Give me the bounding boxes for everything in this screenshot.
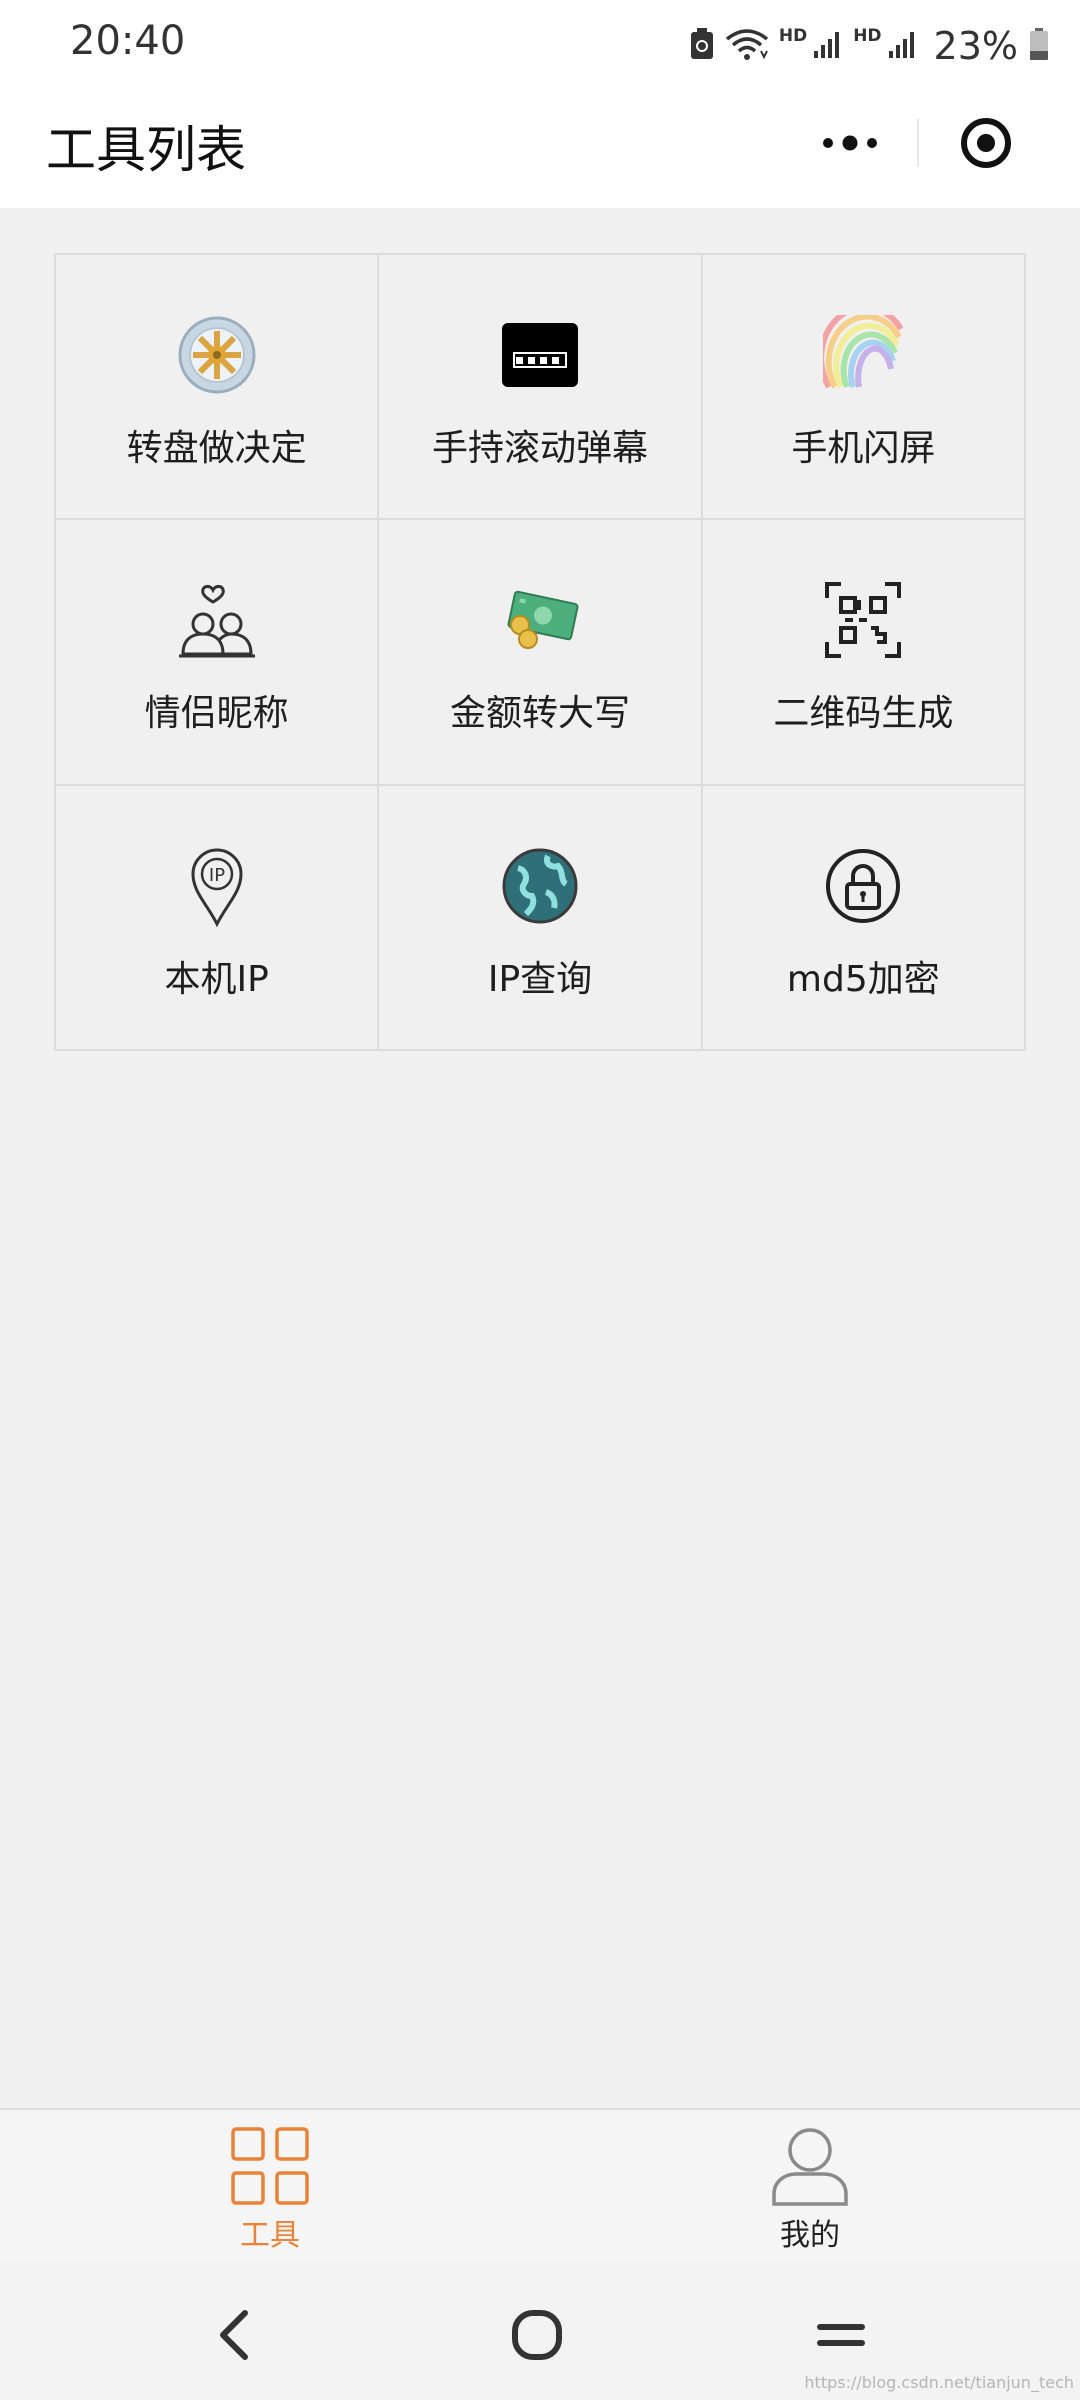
- globe-icon: [498, 844, 582, 928]
- tab-label: 工具: [240, 2218, 300, 2253]
- lock-icon: [821, 844, 905, 928]
- tool-label: 金额转大写: [449, 693, 630, 735]
- tool-wheel-decision[interactable]: 转盘做决定: [56, 255, 380, 521]
- tool-label: 本机IP: [164, 958, 269, 1000]
- signal-icon: [813, 29, 843, 63]
- tab-tools[interactable]: 工具: [0, 2110, 540, 2260]
- status-time: 20:40: [70, 18, 186, 64]
- tool-label: 情侣昵称: [144, 693, 289, 735]
- tool-label: IP查询: [487, 958, 593, 1000]
- home-button[interactable]: [502, 2300, 572, 2370]
- user-icon: [772, 2128, 848, 2206]
- screen: 20:40 HD HD 23% 工具列表 转盘做决定 手持滚动弹幕 手机闪屏 情…: [0, 0, 1080, 2400]
- network-type-1: HD: [778, 26, 808, 46]
- chat-bubble-icon: [498, 313, 582, 397]
- wifi-icon: [725, 27, 769, 65]
- signal-icon: [888, 29, 918, 63]
- tool-label: 手机闪屏: [791, 428, 936, 469]
- tool-scrolling-barrage[interactable]: 手持滚动弹幕: [379, 255, 703, 521]
- tool-grid: 转盘做决定 手持滚动弹幕 手机闪屏 情侣昵称 金额转大写 二维码生成 IP 本机…: [54, 253, 1026, 1051]
- tool-label: md5加密: [786, 958, 940, 1000]
- watermark: https://blog.csdn.net/tianjun_tech: [804, 2373, 1074, 2392]
- more-options-button[interactable]: [782, 98, 917, 188]
- back-button[interactable]: [200, 2300, 270, 2370]
- page-title: 工具列表: [46, 121, 246, 179]
- status-bar: 20:40 HD HD 23%: [0, 0, 1080, 90]
- tool-amount-to-chinese[interactable]: 金额转大写: [379, 520, 703, 786]
- status-icons: HD HD 23%: [689, 16, 1050, 76]
- couple-icon: [175, 578, 259, 662]
- battery-percentage: 23%: [933, 24, 1018, 68]
- recents-button[interactable]: [806, 2300, 876, 2370]
- rainbow-icon: [821, 313, 905, 397]
- tool-flash-screen[interactable]: 手机闪屏: [702, 255, 1026, 521]
- tool-label: 二维码生成: [773, 693, 954, 735]
- tab-mine[interactable]: 我的: [540, 2110, 1080, 2260]
- back-chevron-icon: [220, 2310, 248, 2360]
- tool-ip-lookup[interactable]: IP查询: [379, 785, 703, 1051]
- grid-icon: [231, 2127, 309, 2205]
- tool-label: 手持滚动弹幕: [431, 428, 648, 469]
- navigation-bar: 工具列表: [0, 90, 1080, 208]
- tool-local-ip[interactable]: IP 本机IP: [56, 785, 380, 1051]
- network-type-2: HD: [853, 26, 882, 46]
- tool-label: 转盘做决定: [126, 428, 307, 469]
- wheel-icon: [175, 313, 259, 397]
- tab-bar: 工具 我的: [0, 2108, 1080, 2260]
- battery-icon: [1028, 27, 1050, 65]
- tab-label: 我的: [780, 2218, 840, 2253]
- close-mini-program-button[interactable]: [919, 98, 1054, 188]
- mini-program-capsule: [782, 98, 1054, 188]
- qr-code-icon: [821, 578, 905, 662]
- more-dots-icon: [822, 135, 877, 151]
- tool-couple-nickname[interactable]: 情侣昵称: [56, 520, 380, 786]
- tool-md5-encrypt[interactable]: md5加密: [702, 785, 1026, 1051]
- target-icon: [961, 118, 1012, 168]
- money-icon: [498, 578, 582, 662]
- menu-lines-icon: [817, 2324, 865, 2346]
- recycle-notification-icon: [689, 27, 715, 65]
- system-navigation-bar: https://blog.csdn.net/tianjun_tech: [0, 2260, 1080, 2400]
- tool-qr-generate[interactable]: 二维码生成: [702, 520, 1026, 786]
- home-icon: [512, 2310, 562, 2360]
- location-pin-icon: IP: [175, 844, 259, 928]
- svg-text:IP: IP: [209, 865, 225, 886]
